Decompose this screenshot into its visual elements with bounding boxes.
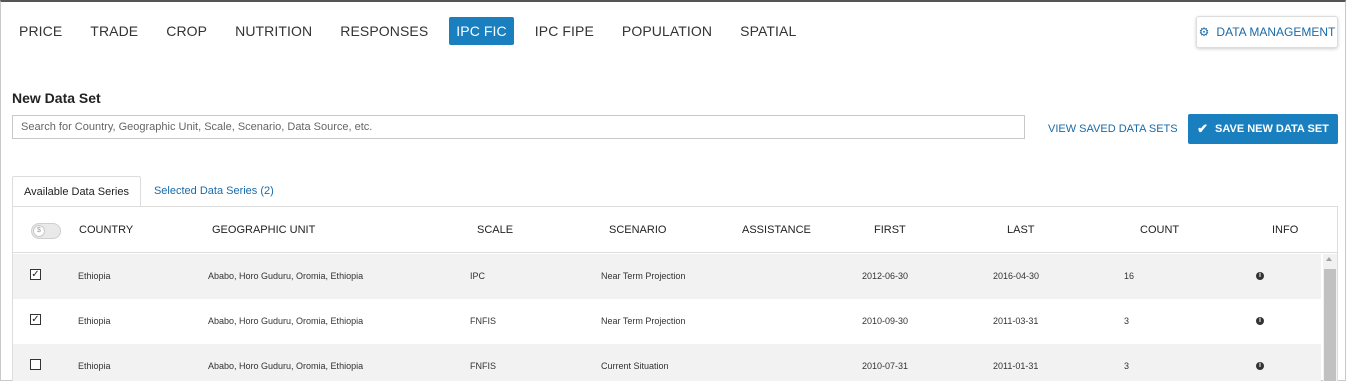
nav-item-ipc-fic[interactable]: IPC FIC — [449, 17, 514, 45]
nav-item-ipc-fipe[interactable]: IPC FIPE — [528, 17, 601, 45]
cell-geographic-unit: Ababo, Horo Guduru, Oromia, Ethiopia — [208, 316, 364, 326]
data-series-table: $ COUNTRY GEOGRAPHIC UNIT SCALE SCENARIO… — [12, 206, 1338, 381]
cell-last: 2016-04-30 — [993, 271, 1040, 281]
cell-scenario: Current Situation — [601, 361, 669, 371]
info-icon[interactable]: i — [1256, 362, 1264, 370]
check-icon: ✔ — [1197, 121, 1209, 136]
header-last[interactable]: LAST — [1007, 224, 1035, 236]
table-row[interactable]: Ethiopia Ababo, Horo Guduru, Oromia, Eth… — [13, 344, 1321, 381]
cell-first: 2010-07-31 — [862, 361, 909, 371]
view-saved-data-sets-link[interactable]: VIEW SAVED DATA SETS — [1048, 123, 1178, 135]
select-all-toggle[interactable]: $ — [31, 223, 61, 239]
data-series-tabs: Available Data Series Selected Data Seri… — [12, 176, 285, 207]
gear-icon: ⚙ — [1198, 25, 1210, 39]
scroll-up-arrow-icon[interactable] — [1326, 257, 1332, 261]
info-icon[interactable]: i — [1256, 272, 1264, 280]
nav-item-crop[interactable]: CROP — [159, 17, 214, 45]
nav-item-nutrition[interactable]: NUTRITION — [228, 17, 319, 45]
toggle-knob: $ — [33, 225, 45, 237]
cell-geographic-unit: Ababo, Horo Guduru, Oromia, Ethiopia — [208, 271, 364, 281]
table-scrollbar[interactable] — [1323, 254, 1337, 381]
nav-item-spatial[interactable]: SPATIAL — [733, 17, 803, 45]
header-first[interactable]: FIRST — [874, 224, 906, 236]
cell-country: Ethiopia — [78, 316, 111, 326]
data-management-button[interactable]: ⚙ DATA MANAGEMENT — [1196, 16, 1338, 48]
header-assistance[interactable]: ASSISTANCE — [742, 224, 811, 236]
cell-count: 16 — [1124, 271, 1135, 281]
header-count[interactable]: COUNT — [1140, 224, 1179, 236]
save-new-data-set-label: SAVE NEW DATA SET — [1215, 123, 1329, 135]
new-data-set-title: New Data Set — [12, 90, 101, 106]
header-info: INFO — [1272, 224, 1299, 236]
row-checkbox[interactable]: ✓ — [30, 314, 41, 325]
table-row[interactable]: ✓ Ethiopia Ababo, Horo Guduru, Oromia, E… — [13, 299, 1321, 344]
tab-selected-data-series[interactable]: Selected Data Series (2) — [141, 176, 285, 207]
table-row[interactable]: ✓ Ethiopia Ababo, Horo Guduru, Oromia, E… — [13, 254, 1321, 299]
cell-count: 3 — [1124, 361, 1130, 371]
save-new-data-set-button[interactable]: ✔ SAVE NEW DATA SET — [1188, 114, 1338, 144]
cell-scale: FNFIS — [470, 361, 496, 371]
nav-item-price[interactable]: PRICE — [12, 17, 69, 45]
tab-available-data-series[interactable]: Available Data Series — [12, 176, 141, 207]
header-scale[interactable]: SCALE — [477, 224, 513, 236]
cell-last: 2011-03-31 — [993, 316, 1039, 326]
cell-first: 2010-09-30 — [862, 316, 909, 326]
cell-scenario: Near Term Projection — [601, 316, 686, 326]
cell-last: 2011-01-31 — [993, 361, 1039, 371]
info-icon[interactable]: i — [1256, 317, 1264, 325]
top-nav: PRICE TRADE CROP NUTRITION RESPONSES IPC… — [12, 16, 817, 46]
cell-country: Ethiopia — [78, 361, 111, 371]
scroll-thumb[interactable] — [1324, 269, 1336, 381]
data-management-label: DATA MANAGEMENT — [1216, 25, 1336, 39]
cell-scale: IPC — [470, 271, 486, 281]
header-scenario[interactable]: SCENARIO — [609, 224, 666, 236]
row-checkbox[interactable]: ✓ — [30, 269, 41, 280]
cell-scenario: Near Term Projection — [601, 271, 686, 281]
search-input[interactable] — [12, 115, 1025, 139]
nav-item-responses[interactable]: RESPONSES — [333, 17, 435, 45]
row-checkbox[interactable] — [30, 359, 41, 370]
cell-geographic-unit: Ababo, Horo Guduru, Oromia, Ethiopia — [208, 361, 364, 371]
cell-scale: FNFIS — [470, 316, 496, 326]
nav-item-trade[interactable]: TRADE — [83, 17, 145, 45]
table-header: $ COUNTRY GEOGRAPHIC UNIT SCALE SCENARIO… — [13, 207, 1337, 253]
header-geographic-unit[interactable]: GEOGRAPHIC UNIT — [212, 224, 315, 236]
cell-count: 3 — [1124, 316, 1130, 326]
cell-first: 2012-06-30 — [862, 271, 909, 281]
header-country[interactable]: COUNTRY — [79, 224, 133, 236]
cell-country: Ethiopia — [78, 271, 111, 281]
nav-item-population[interactable]: POPULATION — [615, 17, 719, 45]
